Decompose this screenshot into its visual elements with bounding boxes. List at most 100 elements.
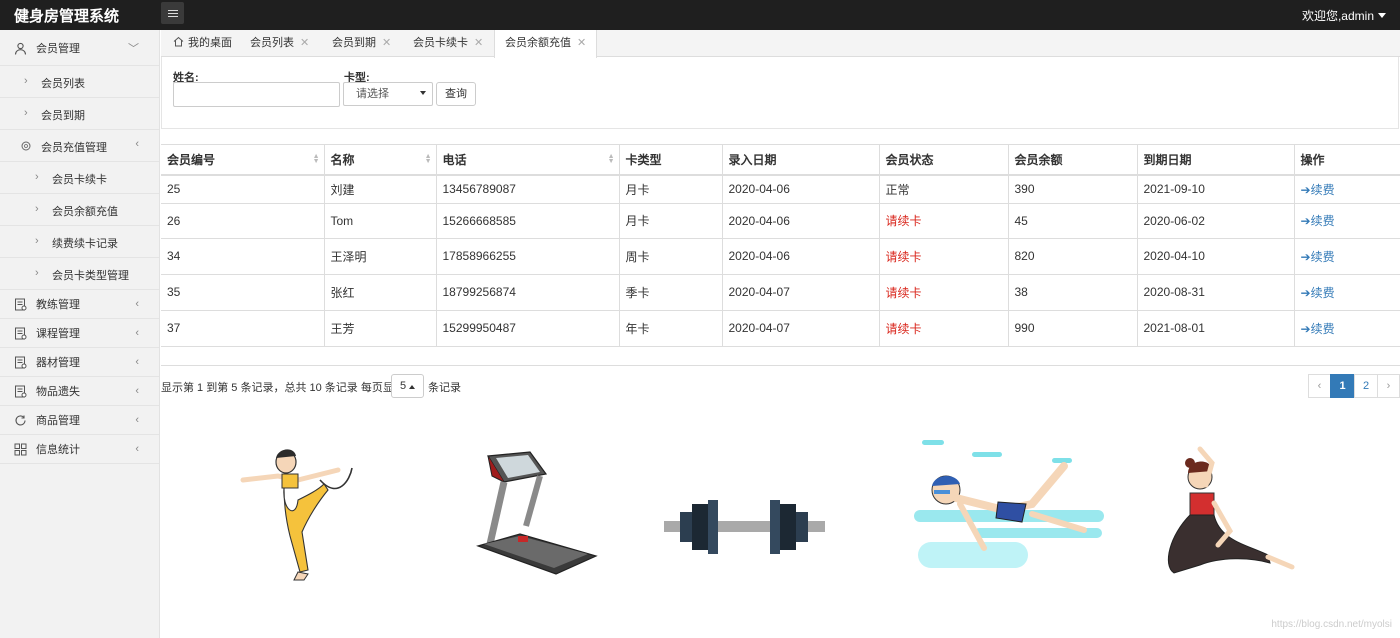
cell-action: ➔续费: [1294, 274, 1400, 311]
page-1-button[interactable]: 1: [1330, 374, 1355, 398]
sidebar-item-card-type[interactable]: › 会员卡类型管理: [0, 258, 159, 290]
renew-link[interactable]: ➔续费: [1301, 286, 1335, 300]
dumbbell-illustration: [664, 500, 825, 554]
chevron-left-icon: ‹: [135, 356, 139, 368]
next-page-button[interactable]: ›: [1377, 374, 1400, 398]
sidebar-item-member-list[interactable]: › 会员列表: [0, 66, 159, 98]
sidebar-item-lost-items[interactable]: 物品遗失 ‹: [0, 377, 159, 406]
column-header: 到期日期: [1137, 145, 1295, 176]
sidebar-item-card-renew[interactable]: › 会员卡续卡: [0, 162, 159, 194]
sidebar-item-label: 信息统计: [36, 444, 80, 456]
tab-label: 会员卡续卡: [413, 37, 468, 49]
renew-link[interactable]: ➔续费: [1301, 183, 1335, 197]
renew-label: 续费: [1310, 214, 1335, 228]
sort-icon: ▲ ▼: [424, 153, 432, 165]
cell-entry-date: 2020-04-07: [722, 310, 880, 347]
arrow-right-icon: ➔: [1300, 321, 1311, 336]
cell-card-type: 季卡: [619, 274, 723, 311]
tab-member-list[interactable]: 会员列表 ✕: [250, 30, 309, 57]
circle-icon: [21, 141, 31, 151]
cell-entry-date: 2020-04-06: [722, 238, 880, 275]
sidebar-item-products[interactable]: 商品管理 ‹: [0, 406, 159, 435]
column-header: 操作: [1294, 145, 1400, 176]
sidebar-item-label: 器材管理: [36, 357, 80, 369]
sidebar-item-course[interactable]: 课程管理 ‹: [0, 319, 159, 348]
sidebar-item-label: 会员卡续卡: [52, 174, 107, 186]
cell-status: 正常: [879, 175, 1009, 204]
sidebar-item-label: 续费续卡记录: [52, 238, 118, 250]
page-size-value: 5: [400, 380, 407, 392]
cell-entry-date: 2020-04-07: [722, 274, 880, 311]
cell-card-type: 年卡: [619, 310, 723, 347]
document-icon: [15, 356, 27, 369]
sidebar-item-equipment[interactable]: 器材管理 ‹: [0, 348, 159, 377]
sidebar-item-renew-records[interactable]: › 续费续卡记录: [0, 226, 159, 258]
cell-balance: 990: [1008, 310, 1138, 347]
sidebar-item-label: 会员管理: [36, 42, 80, 55]
chevron-right-icon: ›: [35, 267, 39, 279]
sidebar-item-member-management[interactable]: 会员管理 ﹀: [0, 30, 159, 66]
cell-balance: 38: [1008, 274, 1138, 311]
column-header[interactable]: 电话 ▲ ▼: [436, 145, 620, 176]
column-header-label: 会员编号: [167, 153, 216, 167]
card-type-select[interactable]: 请选择: [343, 82, 433, 106]
cell-action: ➔续费: [1294, 203, 1400, 239]
close-icon[interactable]: ✕: [577, 37, 586, 49]
tab-label: 会员到期: [332, 37, 376, 49]
sidebar-item-recharge-management[interactable]: 会员充值管理 ‹: [0, 130, 159, 162]
document-icon: [15, 327, 27, 340]
cell-expire-date: 2021-08-01: [1137, 310, 1295, 347]
close-icon[interactable]: ✕: [300, 37, 309, 49]
page-2-button[interactable]: 2: [1354, 374, 1378, 398]
cell-card-type: 月卡: [619, 203, 723, 239]
watermark: https://blog.csdn.net/myolsi: [1271, 619, 1392, 630]
table-row: 37 王芳 15299950487 年卡 2020-04-07 请续卡 990 …: [161, 310, 1400, 347]
sidebar-item-statistics[interactable]: 信息统计 ‹: [0, 435, 159, 464]
chevron-right-icon: ›: [35, 203, 39, 215]
sidebar-item-balance-recharge[interactable]: › 会员余额充值: [0, 194, 159, 226]
sidebar-item-coach[interactable]: 教练管理 ‹: [0, 290, 159, 319]
renew-link[interactable]: ➔续费: [1301, 214, 1335, 228]
user-menu[interactable]: 欢迎您,admin: [1302, 7, 1386, 24]
column-header[interactable]: 名称 ▲ ▼: [324, 145, 437, 176]
cell-phone: 15299950487: [436, 310, 620, 347]
menu-toggle-button[interactable]: [161, 2, 184, 24]
cell-status: 请续卡: [879, 203, 1009, 239]
cell-id: 35: [161, 274, 325, 311]
renew-label: 续费: [1310, 321, 1335, 336]
caret-down-icon: [420, 91, 426, 95]
renew-link[interactable]: ➔续费: [1301, 250, 1335, 264]
tab-card-renew[interactable]: 会员卡续卡 ✕: [413, 30, 483, 57]
table-row: 34 王泽明 17858966255 周卡 2020-04-06 请续卡 820…: [161, 238, 1400, 275]
column-header[interactable]: 会员编号 ▲ ▼: [161, 145, 325, 176]
grid-icon: [14, 443, 27, 456]
sidebar-item-label: 会员卡类型管理: [52, 270, 129, 282]
name-input[interactable]: [173, 82, 340, 107]
column-header-label: 电话: [442, 153, 467, 167]
tab-desktop[interactable]: 我的桌面: [173, 30, 232, 57]
cell-card-type: 周卡: [619, 238, 723, 275]
tab-balance-recharge[interactable]: 会员余额充值 ✕: [494, 30, 598, 58]
table-header-row: 会员编号 ▲ ▼ 名称 ▲ ▼ 电话 ▲ ▼ 卡类型 录入日期 会员状态 会员余额 到期日期…: [161, 145, 1400, 176]
sidebar-item-label: 商品管理: [36, 415, 80, 427]
chevron-right-icon: ›: [35, 235, 39, 247]
prev-page-button[interactable]: ‹: [1308, 374, 1331, 398]
sidebar-item-member-expire[interactable]: › 会员到期: [0, 98, 159, 130]
close-icon[interactable]: ✕: [382, 37, 391, 49]
sidebar: 会员管理 ﹀ › 会员列表 › 会员到期 会员充值管理 ‹ › 会员卡续卡 › 会员余额…: [0, 30, 160, 638]
tab-member-expire[interactable]: 会员到期 ✕: [332, 30, 391, 57]
search-panel: 姓名: 卡型: 请选择 查询: [161, 57, 1399, 129]
cell-phone: 15266668585: [436, 203, 620, 239]
app-title: 健身房管理系统: [14, 8, 120, 25]
pagination-suffix: 条记录: [428, 382, 461, 394]
sidebar-item-label: 会员余额充值: [52, 206, 118, 218]
sidebar-item-label: 课程管理: [36, 328, 80, 340]
renew-link[interactable]: ➔续费: [1301, 322, 1335, 336]
close-icon[interactable]: ✕: [474, 37, 483, 49]
sidebar-item-label: 会员充值管理: [41, 142, 107, 154]
document-icon: [15, 298, 27, 311]
tab-label: 会员列表: [250, 37, 294, 49]
query-button[interactable]: 查询: [436, 82, 476, 106]
page-size-select[interactable]: 5: [391, 374, 424, 398]
chevron-left-icon: ‹: [135, 443, 139, 455]
